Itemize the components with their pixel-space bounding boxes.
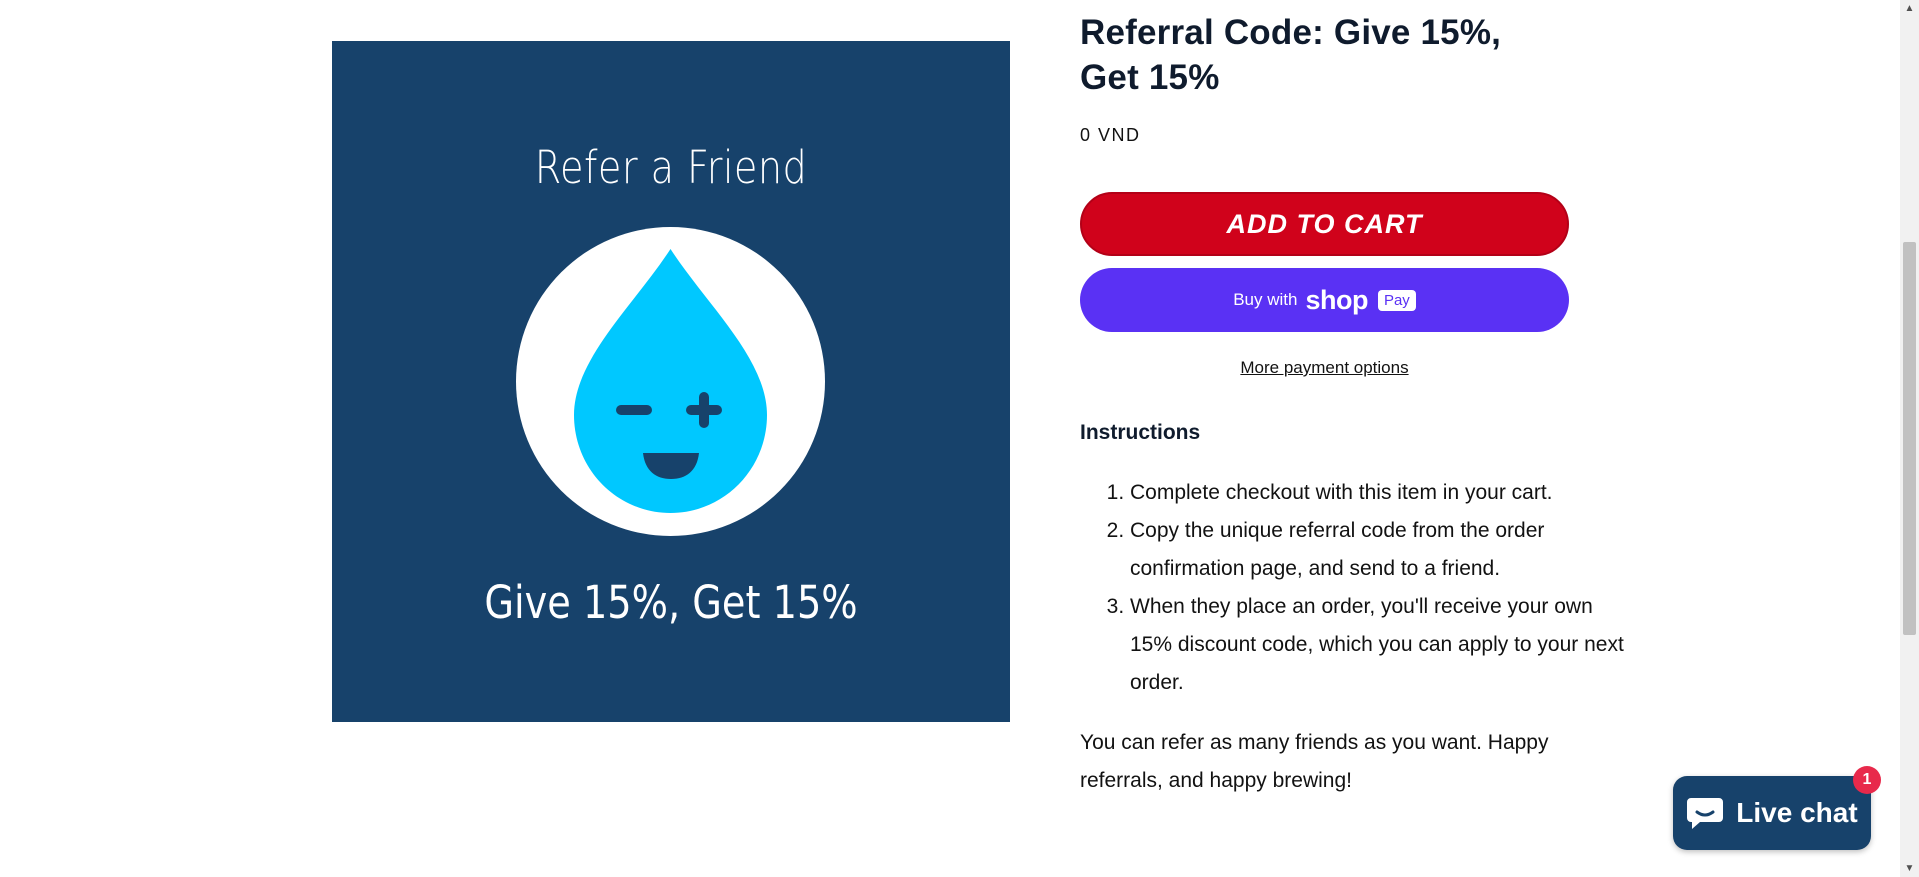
instructions-list: Complete checkout with this item in your… xyxy=(1080,474,1630,702)
scrollbar-thumb[interactable] xyxy=(1903,242,1916,635)
instruction-step: Complete checkout with this item in your… xyxy=(1130,474,1630,512)
live-chat-label: Live chat xyxy=(1736,797,1858,828)
chat-bubble-icon xyxy=(1687,798,1724,829)
pay-badge: Pay xyxy=(1377,289,1416,311)
shop-logo-text: shop xyxy=(1305,284,1368,315)
image-circle xyxy=(516,227,825,536)
shop-pay-button[interactable]: Buy with shop Pay xyxy=(1080,268,1569,332)
image-tagline: Give 15%, Get 15% xyxy=(484,576,858,629)
scroll-up-icon[interactable]: ▲ xyxy=(1900,0,1919,17)
image-heading: Refer a Friend xyxy=(534,141,808,194)
instruction-step: When they place an order, you'll receive… xyxy=(1130,588,1630,702)
product-price: 0 VND xyxy=(1080,125,1141,145)
scroll-down-icon[interactable]: ▼ xyxy=(1900,860,1919,877)
product-image[interactable]: Refer a Friend Give 15%, Get 15% xyxy=(332,41,1010,722)
add-to-cart-button[interactable]: ADD TO CART xyxy=(1080,192,1569,256)
chat-notification-badge: 1 xyxy=(1853,766,1881,794)
product-title: Referral Code: Give 15%, Get 15% xyxy=(1080,13,1502,97)
instructions-heading: Instructions xyxy=(1080,421,1201,444)
live-chat-button[interactable]: Live chat 1 xyxy=(1673,766,1881,850)
page-scrollbar[interactable]: ▲ ▼ xyxy=(1900,0,1919,877)
closing-text: You can refer as many friends as you wan… xyxy=(1080,731,1549,792)
more-payment-options-link[interactable]: More payment options xyxy=(1080,358,1569,378)
shop-pay-prefix: Buy with xyxy=(1233,290,1298,309)
instruction-step: Copy the unique referral code from the o… xyxy=(1130,512,1630,588)
water-drop-face-icon xyxy=(574,249,767,513)
